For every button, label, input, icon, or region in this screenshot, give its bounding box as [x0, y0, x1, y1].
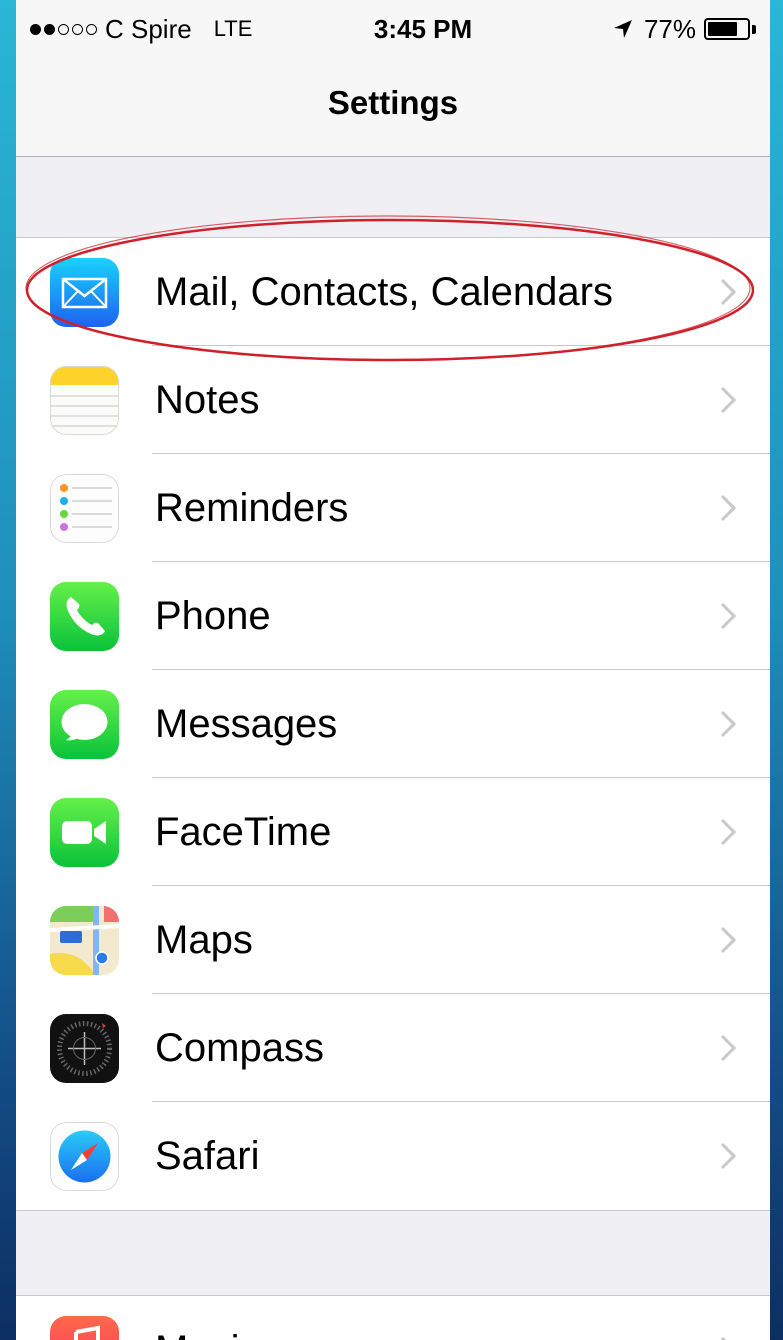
settings-row-compass[interactable]: Compass [16, 994, 770, 1102]
row-label: Compass [155, 1026, 324, 1070]
settings-row-notes[interactable]: Notes [16, 346, 770, 454]
phone-icon [50, 582, 119, 651]
facetime-icon [50, 798, 119, 867]
row-label: Notes [155, 378, 260, 422]
chevron-right-icon [720, 278, 736, 306]
chevron-right-icon [720, 1142, 736, 1170]
compass-icon [50, 1014, 119, 1083]
chevron-right-icon [720, 386, 736, 414]
chevron-right-icon [720, 602, 736, 630]
row-label: Phone [155, 594, 271, 638]
chevron-right-icon [720, 710, 736, 738]
settings-row-messages[interactable]: Messages [16, 670, 770, 778]
page-title: Settings [327, 84, 459, 121]
row-label: Safari [155, 1134, 260, 1178]
maps-icon [50, 906, 119, 975]
messages-icon [50, 690, 119, 759]
chevron-right-icon [720, 926, 736, 954]
chevron-right-icon [720, 1336, 727, 1340]
settings-group-apps: Mail, Contacts, Calendars Notes Reminder… [16, 237, 770, 1211]
battery-icon [704, 18, 750, 40]
status-bar: C Spire LTE 3:45 PM 77% [16, 0, 770, 58]
battery-tip [752, 24, 756, 34]
settings-row-mail-contacts-calendars[interactable]: Mail, Contacts, Calendars [16, 238, 770, 346]
chevron-right-icon [720, 494, 736, 522]
row-label: Music [155, 1327, 259, 1340]
music-icon [50, 1316, 119, 1340]
battery-percent: 77% [643, 14, 696, 44]
settings-row-reminders[interactable]: Reminders [16, 454, 770, 562]
row-label: Mail, Contacts, Calendars [155, 270, 613, 314]
notes-icon [50, 366, 119, 435]
chevron-right-icon [720, 1034, 736, 1062]
location-arrow-icon [613, 20, 632, 38]
safari-icon [50, 1122, 119, 1191]
settings-row-safari[interactable]: Safari [16, 1102, 770, 1210]
row-label: FaceTime [155, 810, 332, 854]
settings-row-phone[interactable]: Phone [16, 562, 770, 670]
row-label: Reminders [155, 486, 349, 530]
row-label: Maps [155, 918, 253, 962]
settings-row-music[interactable]: Music [16, 1296, 770, 1340]
settings-row-maps[interactable]: Maps [16, 886, 770, 994]
reminders-icon [50, 474, 119, 543]
row-label: Messages [155, 702, 338, 746]
settings-group-media: Music [16, 1295, 770, 1340]
settings-row-facetime[interactable]: FaceTime [16, 778, 770, 886]
phone-screen: C Spire LTE 3:45 PM 77% Settings Mail, C… [16, 0, 770, 1340]
navigation-bar: Settings [16, 58, 770, 157]
chevron-right-icon [720, 818, 736, 846]
mail-icon [50, 258, 119, 327]
